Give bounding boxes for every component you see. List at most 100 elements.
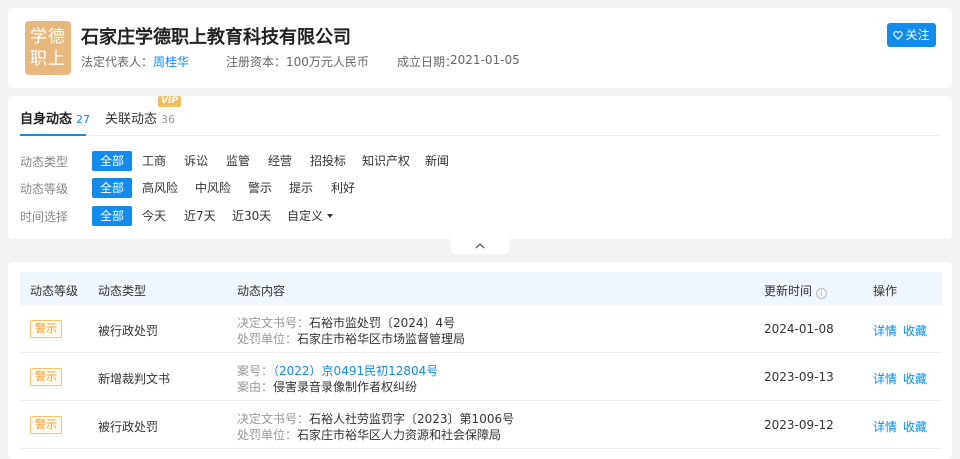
- tab-related-dynamics[interactable]: 关联动态 36: [105, 108, 175, 127]
- filter-panel: 自身动态 27 关联动态 36 VIP 动态类型 全部 工商 诉讼 监管 经营 招投…: [8, 96, 952, 239]
- favorite-link[interactable]: 收藏: [903, 420, 927, 434]
- filter-label: 动态类型: [20, 155, 69, 169]
- filter-option[interactable]: 警示: [248, 178, 272, 198]
- content-value: 石家庄市裕华区市场监督管理局: [297, 332, 466, 346]
- chevron-up-icon: [475, 243, 485, 249]
- column-header-updated: 更新时间 i: [764, 282, 828, 299]
- caret-down-icon: [327, 214, 334, 218]
- dynamic-type: 新增裁判文书: [98, 372, 171, 386]
- filter-option[interactable]: 全部: [92, 178, 133, 198]
- company-header: 学德 职上 石家庄学德职上教育科技有限公司 法定代表人： 周桂华 注册资本： 1…: [8, 8, 952, 88]
- capital-value: 100万元人民币: [286, 55, 369, 69]
- dynamic-type: 被行政处罚: [98, 324, 159, 338]
- content-line-1: 决定文书号：石裕市监处罚〔2024〕4号: [237, 314, 455, 331]
- filter-option[interactable]: 近30天: [232, 206, 271, 226]
- content-value: 石裕人社劳监罚字〔2023〕第1006号: [309, 412, 515, 426]
- level-badge: 警示: [30, 416, 62, 434]
- company-name: 石家庄学德职上教育科技有限公司: [81, 27, 351, 48]
- content-key: 决定文书号：: [237, 412, 310, 426]
- filter-row-time: 时间选择 全部 今天 近7天 近30天 自定义: [20, 206, 920, 226]
- follow-label: 关注: [905, 28, 930, 42]
- content-key: 决定文书号：: [237, 316, 310, 330]
- favorite-link[interactable]: 收藏: [903, 372, 927, 386]
- column-header: 更新时间: [764, 284, 813, 298]
- column-header: 动态内容: [237, 284, 286, 298]
- founded-value: 2021-01-05: [450, 53, 520, 67]
- row-actions: 详情 收藏: [873, 418, 927, 435]
- table-header: 动态等级 动态类型 动态内容 更新时间 i 操作: [20, 272, 942, 305]
- column-header: 动态等级: [30, 284, 79, 298]
- favorite-link[interactable]: 收藏: [903, 324, 927, 338]
- detail-link[interactable]: 详情: [873, 324, 897, 338]
- founded-label: 成立日期：: [397, 55, 458, 69]
- collapse-filter-button[interactable]: [451, 238, 509, 254]
- update-date: 2023-09-13: [764, 370, 834, 384]
- update-date: 2024-01-08: [764, 322, 834, 336]
- filter-option[interactable]: 中风险: [195, 178, 231, 198]
- capital-label: 注册资本：: [226, 55, 287, 69]
- column-header: 操作: [873, 284, 898, 298]
- table-row: 警示 新增裁判文书 案号：（2022）京0491民初12804号 案由：侵害录音…: [20, 353, 942, 401]
- content-key: 处罚单位：: [237, 428, 298, 442]
- filter-option[interactable]: 高风险: [142, 178, 178, 198]
- legal-rep-label: 法定代表人：: [81, 55, 154, 69]
- tab-count: 27: [76, 113, 91, 126]
- filter-option[interactable]: 经营: [268, 151, 292, 171]
- filter-option[interactable]: 新闻: [425, 151, 449, 171]
- filter-option[interactable]: 工商: [142, 151, 166, 171]
- filter-option[interactable]: 诉讼: [184, 151, 208, 171]
- content-line-2: 处罚单位：石家庄市裕华区市场监督管理局: [237, 330, 465, 347]
- filter-row-level: 动态等级 全部 高风险 中风险 警示 提示 利好: [20, 178, 920, 198]
- legal-rep-link[interactable]: 周桂华: [153, 53, 189, 70]
- row-actions: 详情 收藏: [873, 322, 927, 339]
- dynamics-table: 动态等级 动态类型 动态内容 更新时间 i 操作 警示 被行政处罚 决定文书号：石…: [8, 262, 952, 459]
- update-date: 2023-09-12: [764, 418, 834, 432]
- content-value: 石家庄市裕华区人力资源和社会保障局: [297, 428, 502, 442]
- dynamic-type: 被行政处罚: [98, 420, 159, 434]
- content-value: 石裕市监处罚〔2024〕4号: [309, 316, 456, 330]
- detail-link[interactable]: 详情: [873, 372, 897, 386]
- filter-option[interactable]: 提示: [289, 178, 313, 198]
- filter-label: 动态等级: [20, 182, 69, 196]
- content-line-2: 处罚单位：石家庄市裕华区人力资源和社会保障局: [237, 426, 501, 443]
- table-row: 警示 被行政处罚 决定文书号：石裕人社劳监罚字〔2023〕第1006号 处罚单位…: [20, 401, 942, 449]
- detail-link[interactable]: 详情: [873, 420, 897, 434]
- tab-label: 自身动态: [20, 112, 73, 127]
- follow-button[interactable]: 关注: [887, 23, 936, 47]
- row-actions: 详情 收藏: [873, 370, 927, 387]
- info-circle-icon[interactable]: i: [816, 288, 828, 299]
- content-key: 案由：: [237, 380, 274, 394]
- content-line-1: 案号：（2022）京0491民初12804号: [237, 362, 438, 379]
- content-value: 侵害录音录像制作者权纠纷: [273, 380, 418, 394]
- filter-option[interactable]: 监管: [226, 151, 250, 171]
- content-key: 案号：: [237, 364, 274, 378]
- filter-option[interactable]: 近7天: [184, 206, 216, 226]
- heart-outline-icon: [893, 31, 904, 40]
- table-row: 警示 被行政处罚 决定文书号：石裕市监处罚〔2024〕4号 处罚单位：石家庄市裕…: [20, 305, 942, 353]
- logo-text-line1: 学德: [30, 27, 66, 47]
- filter-option[interactable]: 招投标: [310, 151, 346, 171]
- dynamics-tabs: 自身动态 27 关联动态 36 VIP: [20, 96, 940, 136]
- filter-option[interactable]: 全部: [92, 206, 133, 226]
- case-number-link[interactable]: （2022）京0491民初12804号: [273, 364, 438, 378]
- tab-label: 关联动态: [105, 112, 158, 127]
- filter-option[interactable]: 全部: [92, 151, 133, 171]
- level-badge: 警示: [30, 368, 62, 386]
- filter-label: 时间选择: [20, 210, 69, 224]
- tab-own-dynamics[interactable]: 自身动态 27: [20, 108, 90, 127]
- filter-option[interactable]: 利好: [331, 178, 355, 198]
- filter-option[interactable]: 知识产权: [362, 151, 410, 171]
- filter-option-label: 自定义: [287, 209, 324, 223]
- logo-text-line2: 职上: [30, 49, 66, 69]
- vip-badge: VIP: [158, 96, 181, 107]
- level-badge: 警示: [30, 320, 62, 338]
- content-line-2: 案由：侵害录音录像制作者权纠纷: [237, 378, 417, 395]
- company-logo: 学德 职上: [25, 21, 71, 75]
- column-header: 动态类型: [98, 284, 147, 298]
- active-tab-indicator: [20, 134, 86, 136]
- content-line-1: 决定文书号：石裕人社劳监罚字〔2023〕第1006号: [237, 410, 514, 427]
- filter-option[interactable]: 今天: [142, 206, 166, 226]
- filter-row-type: 动态类型 全部 工商 诉讼 监管 经营 招投标 知识产权 新闻: [20, 151, 920, 171]
- custom-date-dropdown[interactable]: 自定义: [287, 206, 334, 226]
- content-key: 处罚单位：: [237, 332, 298, 346]
